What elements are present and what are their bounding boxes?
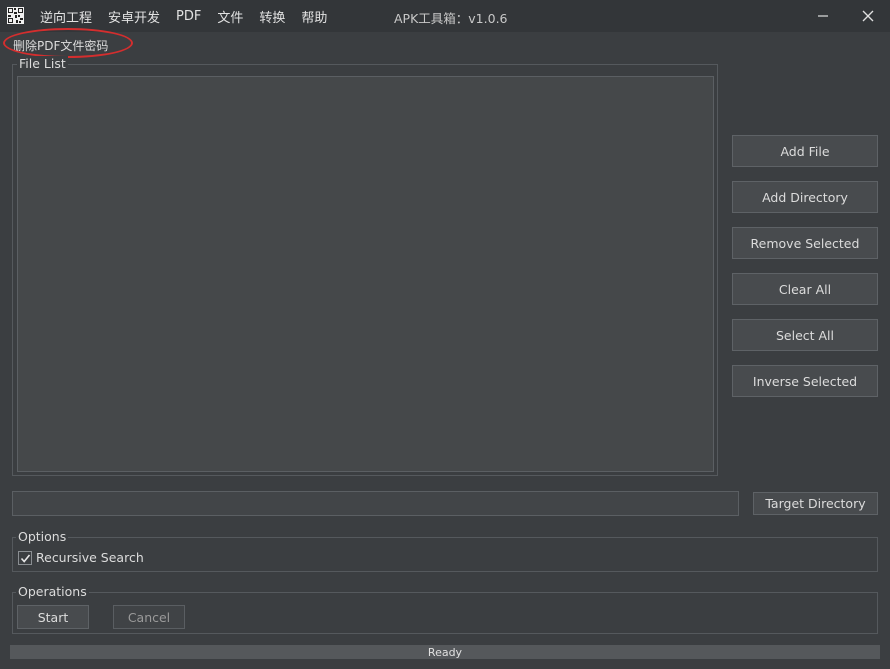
minimize-icon: [818, 15, 828, 17]
inverse-selected-button[interactable]: Inverse Selected: [732, 365, 878, 397]
menu-android-dev[interactable]: 安卓开发: [108, 7, 160, 26]
target-directory-button[interactable]: Target Directory: [753, 492, 878, 515]
close-icon: [862, 10, 874, 22]
remove-selected-button[interactable]: Remove Selected: [732, 227, 878, 259]
recursive-search-label[interactable]: Recursive Search: [36, 550, 144, 565]
select-all-button[interactable]: Select All: [732, 319, 878, 351]
add-file-button[interactable]: Add File: [732, 135, 878, 167]
operations-label: Operations: [16, 584, 89, 599]
menu-convert[interactable]: 转换: [259, 7, 285, 26]
status-bar: Ready: [10, 645, 880, 659]
cancel-button[interactable]: Cancel: [113, 605, 185, 629]
menu-bar: 逆向工程 安卓开发 PDF 文件 转换 帮助: [40, 0, 343, 32]
minimize-button[interactable]: [800, 0, 846, 32]
window-title: APK工具箱：v1.0.6: [394, 11, 508, 26]
options-label: Options: [16, 529, 69, 544]
menu-file[interactable]: 文件: [217, 7, 243, 26]
clear-all-button[interactable]: Clear All: [732, 273, 878, 305]
highlight-annotation-ellipse: [3, 28, 133, 58]
status-text: Ready: [427, 645, 463, 659]
close-button[interactable]: [845, 0, 890, 32]
checkmark-icon: [20, 553, 30, 563]
qr-code-app-icon: [7, 7, 24, 24]
menu-pdf[interactable]: PDF: [176, 9, 201, 24]
start-button[interactable]: Start: [17, 605, 89, 629]
recursive-search-checkbox[interactable]: [18, 551, 32, 565]
menu-help[interactable]: 帮助: [301, 7, 327, 26]
file-list-label: File List: [17, 56, 68, 71]
title-bar: 逆向工程 安卓开发 PDF 文件 转换 帮助 APK工具箱：v1.0.6: [0, 0, 890, 32]
menu-reverse-engineering[interactable]: 逆向工程: [40, 7, 92, 26]
target-directory-input[interactable]: [12, 491, 739, 516]
file-list[interactable]: [17, 76, 714, 472]
add-directory-button[interactable]: Add Directory: [732, 181, 878, 213]
